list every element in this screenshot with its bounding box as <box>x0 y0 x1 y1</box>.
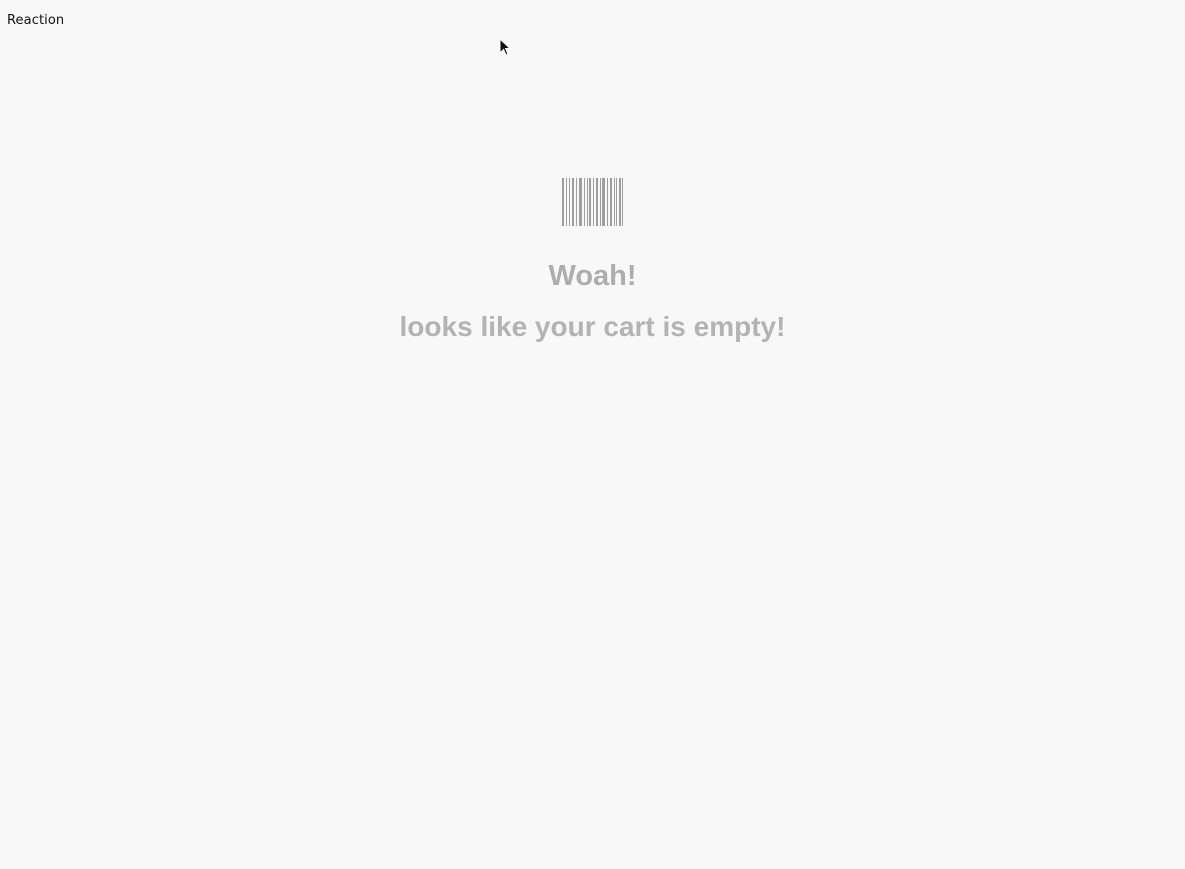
mouse-cursor-icon <box>499 38 511 56</box>
empty-cart-message: looks like your cart is empty! <box>399 311 786 342</box>
barcode-icon <box>561 178 623 226</box>
empty-cart-state: Woah! looks like your cart is empty! <box>0 178 1185 345</box>
brand-logo-text[interactable]: Reaction <box>7 13 64 28</box>
empty-cart-title: Woah! <box>548 260 637 292</box>
